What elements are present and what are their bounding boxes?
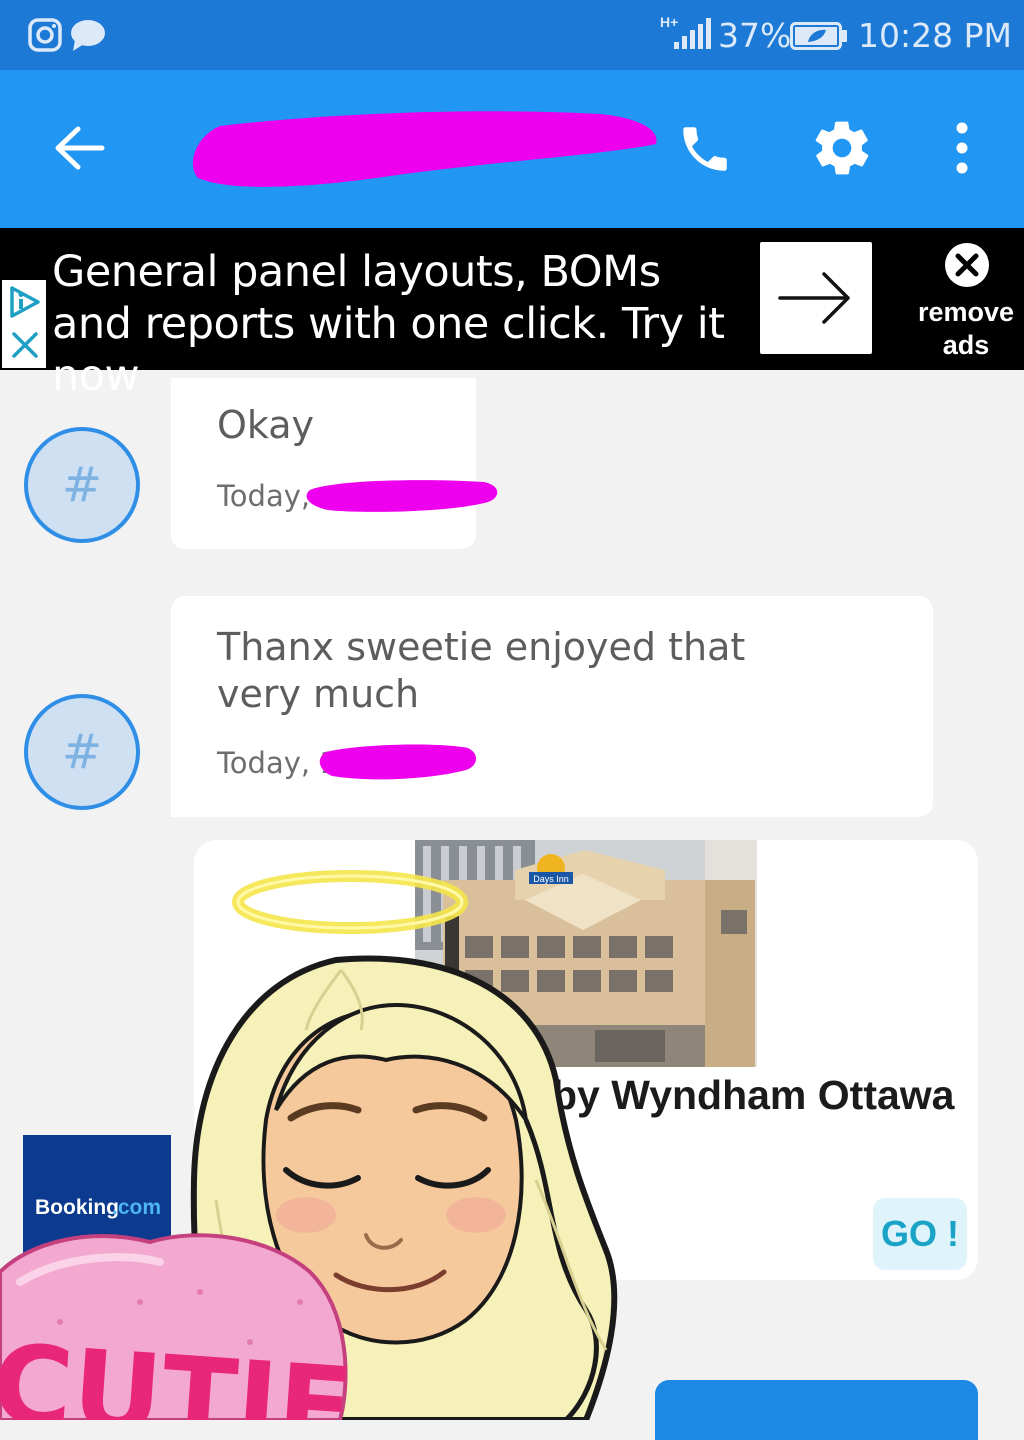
heart-sticker: CUTIE xyxy=(0,1233,350,1420)
instagram-icon xyxy=(28,18,62,52)
app-bar xyxy=(0,70,1024,228)
redaction-mark xyxy=(306,480,498,512)
gear-icon[interactable] xyxy=(810,116,874,180)
overflow-menu-icon[interactable] xyxy=(950,122,974,174)
message-bubble[interactable]: Okay Today, xyxy=(171,378,476,549)
redaction-mark xyxy=(192,111,657,187)
close-circle-icon[interactable] xyxy=(943,241,991,289)
booking-brand: Booking xyxy=(35,1196,119,1219)
ad-close-icon[interactable] xyxy=(10,330,40,360)
booking-brand-tld: .com xyxy=(112,1196,162,1219)
redaction-mark xyxy=(319,744,477,780)
battery-percent: 37% xyxy=(718,16,792,55)
go-button[interactable]: GO ! xyxy=(873,1198,967,1270)
message-text: Okay xyxy=(217,403,315,447)
remove-ads-label[interactable]: remove ads xyxy=(905,296,1024,362)
bottom-action-button[interactable] xyxy=(655,1380,978,1440)
message-bubble[interactable]: Thanx sweetie enjoyed that very much Tod… xyxy=(171,596,933,817)
status-bar: H+ 37% 10:28 PM xyxy=(0,0,1024,70)
phone-icon[interactable] xyxy=(676,120,734,178)
battery-saver-icon xyxy=(790,22,847,50)
clock: 10:28 PM xyxy=(858,16,1012,55)
chat-bubble-icon xyxy=(71,20,105,51)
hotel-sign: Days Inn xyxy=(533,874,569,884)
ad-open-button[interactable] xyxy=(760,242,872,354)
message-text: Thanx sweetie enjoyed that very much xyxy=(217,625,746,716)
contact-avatar[interactable]: # xyxy=(24,694,140,810)
adchoices-badge[interactable] xyxy=(2,280,46,368)
contact-avatar[interactable]: # xyxy=(24,427,140,543)
arrow-right-icon xyxy=(778,272,850,324)
back-arrow-icon[interactable] xyxy=(52,125,106,171)
message-timestamp: Today, xyxy=(217,479,311,513)
halo-sticker xyxy=(232,870,468,934)
adchoices-icon xyxy=(10,286,40,318)
signal-icon xyxy=(674,18,711,49)
